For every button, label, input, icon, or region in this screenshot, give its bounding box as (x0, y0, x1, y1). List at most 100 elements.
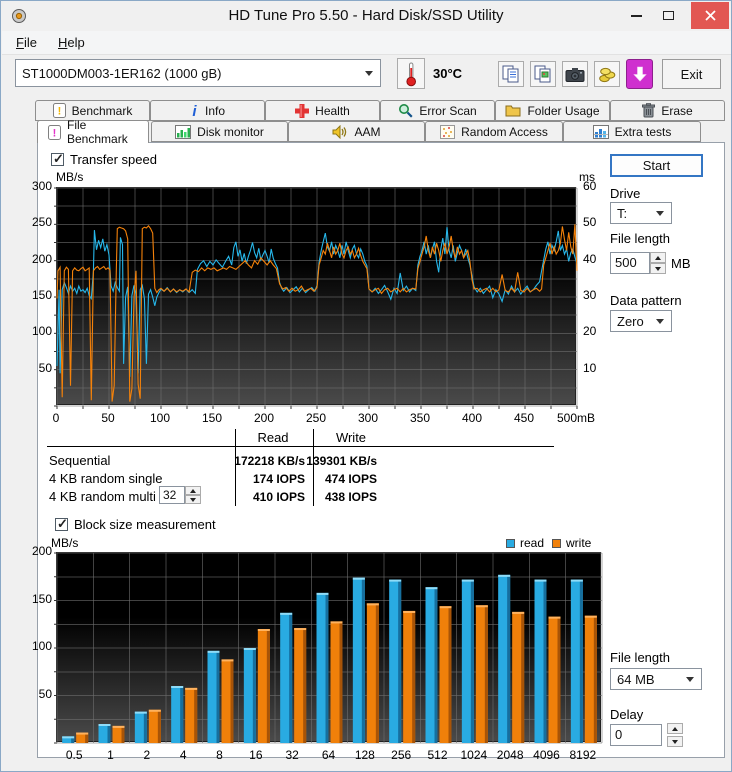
trash-icon (642, 103, 656, 118)
tab-label: Erase (661, 103, 693, 118)
axis-tick: 8192 (569, 748, 597, 762)
speaker-icon (332, 124, 348, 139)
spin-up-button[interactable] (667, 723, 683, 734)
close-icon (704, 10, 716, 21)
temperature-button[interactable] (397, 58, 425, 89)
svg-text:!: ! (57, 106, 61, 118)
file-length-spinner[interactable]: 500 (610, 252, 666, 274)
tab-label: Extra tests (614, 124, 672, 139)
file-length2-value: 64 MB (617, 671, 655, 687)
tab-random-access[interactable]: Random Access (425, 121, 563, 142)
info-icon: i (190, 103, 199, 118)
delay-spinner[interactable] (667, 723, 683, 747)
axis-tick: 200 (31, 544, 52, 558)
legend-write-label: write (566, 536, 592, 550)
transfer-speed-svg (54, 187, 578, 409)
drive-letter-select[interactable]: T: (610, 202, 672, 224)
disk-monitor-icon (175, 124, 192, 139)
magnifier-icon (398, 103, 413, 118)
menu-file[interactable]: File (12, 35, 41, 50)
folder-icon (505, 104, 521, 117)
titlebar: HD Tune Pro 5.50 - Hard Disk/SSD Utility (1, 1, 731, 31)
tab-info[interactable]: i Info (150, 100, 265, 121)
tab-aam[interactable]: AAM (288, 121, 425, 142)
tab-error-scan[interactable]: Error Scan (380, 100, 495, 121)
drive-letter-value: T: (617, 205, 628, 221)
random-multi-write-value: 438 IOPS (324, 490, 377, 504)
tab-label: Disk monitor (197, 124, 264, 139)
drive-select[interactable]: ST1000DM003-1ER162 (1000 gB) (15, 59, 381, 87)
exit-button[interactable]: Exit (662, 59, 721, 89)
start-button[interactable]: Start (610, 154, 703, 177)
block-size-svg (54, 552, 603, 744)
block-size-chart (54, 552, 603, 744)
minimize-button[interactable] (621, 1, 651, 30)
random-dots-icon (440, 124, 456, 139)
close-button[interactable] (691, 2, 729, 29)
table-rule (47, 446, 554, 447)
legend-write: write (552, 536, 591, 550)
delay-field[interactable]: 0 (610, 724, 662, 746)
copy-image-button[interactable] (530, 61, 556, 87)
queue-depth-input[interactable]: 32 (159, 486, 185, 504)
checkbox-checked-icon (55, 516, 68, 532)
delay-input[interactable]: 0 (610, 724, 662, 746)
copy-text-button[interactable] (498, 61, 524, 87)
axis-tick: 50 (38, 360, 52, 375)
spin-down-button[interactable] (650, 263, 666, 274)
tab-disk-monitor[interactable]: Disk monitor (151, 121, 288, 142)
screenshot-button[interactable] (562, 61, 588, 87)
coins-button[interactable] (594, 61, 620, 87)
tab-file-benchmark[interactable]: ! File Benchmark (37, 118, 149, 146)
spin-down-button[interactable] (667, 736, 683, 747)
svg-text:i: i (192, 103, 197, 118)
delay-label: Delay (610, 707, 644, 722)
menu-help[interactable]: Help (54, 35, 89, 50)
spin-up-button[interactable] (185, 486, 201, 495)
chevron-down-icon (656, 319, 664, 324)
chart1-y-axis-label: MB/s (56, 170, 84, 184)
maximize-button[interactable] (653, 1, 683, 30)
extra-tests-icon (592, 124, 609, 139)
drive-select-value: ST1000DM003-1ER162 (1000 gB) (22, 65, 222, 81)
axis-tick: 100 (31, 324, 52, 339)
file-length2-select[interactable]: 64 MB (610, 668, 702, 690)
down-arrow-icon (655, 266, 661, 271)
block-size-label: Block size measurement (74, 517, 216, 532)
drive-label: Drive (610, 186, 641, 201)
data-pattern-select[interactable]: Zero (610, 310, 672, 332)
benchmark-icon: ! (52, 103, 66, 118)
transfer-speed-chart (54, 187, 578, 409)
row-label-sequential: Sequential (49, 453, 111, 468)
camera-icon (565, 67, 585, 82)
spin-up-button[interactable] (650, 252, 666, 263)
axis-tick: 500mB (556, 411, 596, 425)
coins-icon (598, 67, 615, 82)
tab-label: Benchmark (71, 103, 133, 118)
tab-erase[interactable]: Erase (610, 100, 725, 121)
tab-label: Random Access (461, 124, 548, 139)
axis-tick: 30 (583, 288, 597, 302)
file-length-label: File length (610, 231, 670, 246)
file-length-input[interactable]: 500 (610, 252, 650, 274)
file-length-unit: MB (671, 256, 691, 271)
download-button[interactable] (626, 59, 653, 89)
sequential-read-value: 172218 KB/s (234, 454, 305, 468)
tab-extra-tests[interactable]: Extra tests (563, 121, 701, 142)
tab-label: File Benchmark (67, 118, 128, 146)
file-benchmark-icon: ! (48, 124, 61, 140)
queue-depth-spinner[interactable]: 32 (159, 486, 201, 504)
spin-down-button[interactable] (185, 495, 201, 504)
checkbox-checked-icon (51, 151, 64, 167)
row-label-random-single: 4 KB random single (49, 471, 163, 486)
block-size-checkbox[interactable]: Block size measurement (55, 516, 216, 532)
data-pattern-value: Zero (617, 313, 644, 329)
legend-read: read (506, 536, 544, 550)
down-arrow-icon (632, 66, 647, 82)
tab-folder-usage[interactable]: Folder Usage (495, 100, 610, 121)
transfer-speed-checkbox[interactable]: Transfer speed (51, 151, 157, 167)
axis-tick: 50 (583, 215, 597, 230)
random-multi-read-value: 410 IOPS (252, 490, 305, 504)
tab-health[interactable]: Health (265, 100, 380, 121)
tab-label: Health (315, 103, 350, 118)
